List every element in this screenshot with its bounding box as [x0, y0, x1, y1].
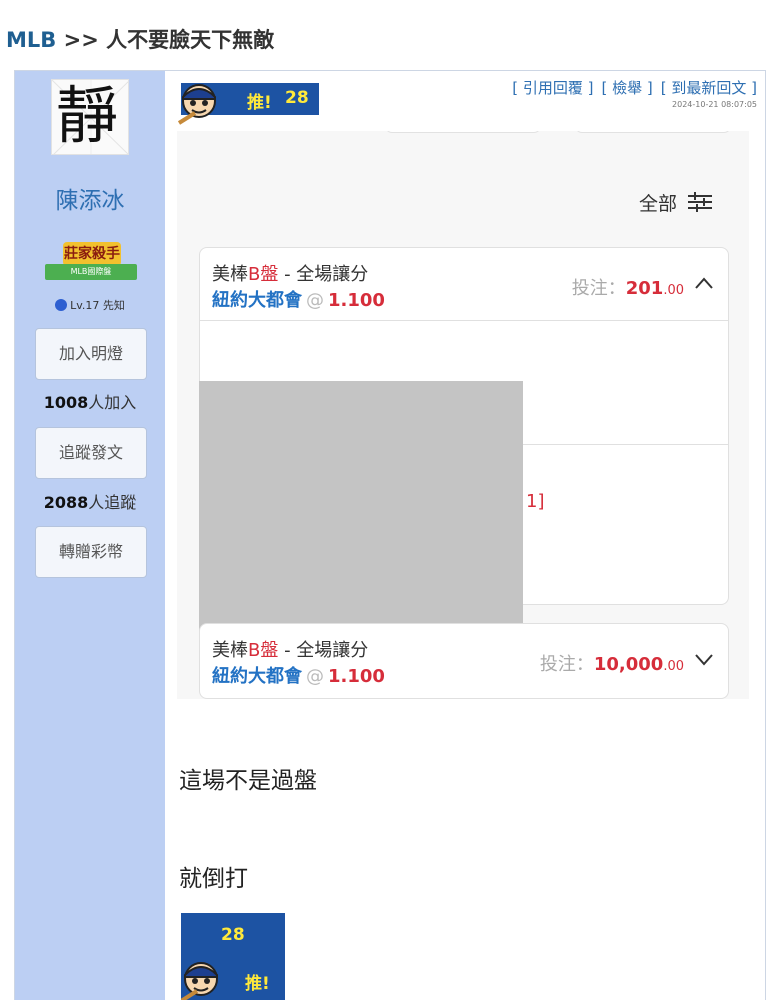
baseball-mascot-icon [177, 84, 216, 125]
bet-selection: 紐約大都會 @1.100 [212, 286, 385, 312]
post-content: 推! 28 [ 引用回覆 ] [ 檢舉 ] [ 到最新回文 ] 2024-10-21… [165, 71, 765, 1000]
bet-type: - 全場讓分 [278, 264, 369, 285]
light-count-stat: 1008人加入 [15, 389, 165, 413]
post-timestamp: 2024-10-21 08:07:05 [672, 100, 757, 109]
breadcrumb: MLB >> 人不要臉天下無敵 [6, 24, 274, 54]
track-count: 2088 [43, 493, 89, 512]
level-text: Lv.17 先知 [70, 299, 125, 312]
post-message: 這場不是過盤 [179, 768, 317, 794]
bet-market: 美棒B盤 - 全場讓分 [212, 260, 368, 286]
at-symbol: @ [306, 290, 324, 311]
push-label: 推! [245, 974, 270, 994]
avatar-glyph: 靜 [56, 79, 119, 152]
bet-amount: 投注：10,000.00 [540, 650, 684, 676]
amount-value: 10,000 [593, 654, 664, 675]
filter-sliders-icon [688, 192, 712, 212]
team-name: 紐約大都會 [212, 666, 302, 687]
breadcrumb-separator: >> [56, 28, 107, 52]
rank-board: MLB國際盤 [45, 264, 137, 280]
baseball-mascot-icon [181, 962, 218, 1000]
tab-pill [385, 131, 541, 133]
push-badge[interactable]: 推! 28 [177, 83, 319, 125]
rank-title: 莊家殺手 [63, 242, 121, 266]
light-count: 1008 [43, 393, 89, 412]
track-posts-button[interactable]: 追蹤發文 [35, 427, 147, 479]
track-suffix: 人追蹤 [88, 493, 137, 512]
rank-badge: 莊家殺手 MLB國際盤 [45, 242, 137, 288]
post-actions: [ 引用回覆 ] [ 檢舉 ] [ 到最新回文 ] [504, 77, 757, 98]
partial-text: 1] [526, 491, 545, 512]
team-name: 紐約大都會 [212, 290, 302, 311]
bet-card-header[interactable]: 美棒B盤 - 全場讓分 紐約大都會 @1.100 投注：10,000.00 [200, 624, 728, 696]
track-count-stat: 2088人追蹤 [15, 489, 165, 513]
push-badge-bottom[interactable]: 28 推! [181, 913, 285, 1000]
user-sidebar: 靜 陳添冰 莊家殺手 MLB國際盤 Lv.17 先知 加入明燈 1008人加入 … [15, 71, 165, 1000]
chevron-up-icon[interactable] [694, 276, 714, 290]
push-count: 28 [221, 925, 245, 945]
chevron-down-icon[interactable] [694, 652, 714, 666]
quote-reply-link[interactable]: [ 引用回覆 ] [512, 79, 593, 97]
page-title: 人不要臉天下無敵 [106, 28, 275, 52]
row-divider [200, 320, 728, 321]
level-planet-icon [55, 299, 68, 311]
breadcrumb-forum-link[interactable]: MLB [6, 28, 56, 52]
market-name: 美棒 [212, 640, 248, 661]
gift-coins-button[interactable]: 轉贈彩幣 [35, 526, 147, 578]
username[interactable]: 陳添冰 [15, 181, 165, 215]
bet-type: - 全場讓分 [278, 640, 369, 661]
latest-reply-link[interactable]: [ 到最新回文 ] [661, 79, 757, 97]
amount-decimals: .00 [663, 283, 684, 298]
market-name: 美棒 [212, 264, 248, 285]
odds-value: 1.100 [328, 666, 385, 687]
light-suffix: 人加入 [88, 393, 137, 412]
bet-screenshot: 全部 美棒B盤 - 全場讓分 紐約大都會 @1.100 投注：201.00 1]… [177, 131, 749, 699]
post-message: 就倒打 [179, 866, 248, 892]
odds-value: 1.100 [328, 290, 385, 311]
amount-label: 投注： [539, 654, 594, 675]
amount-value: 201 [625, 278, 664, 299]
tab-pill [575, 131, 731, 133]
post-container: 靜 陳添冰 莊家殺手 MLB國際盤 Lv.17 先知 加入明燈 1008人加入 … [14, 70, 766, 1000]
bet-card-header[interactable]: 美棒B盤 - 全場讓分 紐約大都會 @1.100 投注：201.00 [200, 248, 728, 320]
avatar[interactable]: 靜 [51, 79, 129, 155]
filter-control[interactable]: 全部 [639, 189, 713, 216]
bet-card-collapsed[interactable]: 美棒B盤 - 全場讓分 紐約大都會 @1.100 投注：10,000.00 [199, 623, 729, 699]
amount-label: 投注： [571, 278, 626, 299]
market-line: B盤 [248, 640, 279, 661]
user-level: Lv.17 先知 [15, 297, 165, 313]
market-line: B盤 [248, 264, 279, 285]
filter-label: 全部 [638, 193, 677, 215]
bet-amount: 投注：201.00 [572, 274, 684, 300]
report-link[interactable]: [ 檢舉 ] [602, 79, 653, 97]
push-count: 28 [285, 88, 309, 108]
follow-light-button[interactable]: 加入明燈 [35, 328, 147, 380]
amount-decimals: .00 [663, 659, 684, 674]
bet-market: 美棒B盤 - 全場讓分 [212, 636, 368, 662]
bet-selection: 紐約大都會 @1.100 [212, 662, 385, 688]
push-label: 推! [247, 93, 272, 113]
at-symbol: @ [306, 666, 324, 687]
